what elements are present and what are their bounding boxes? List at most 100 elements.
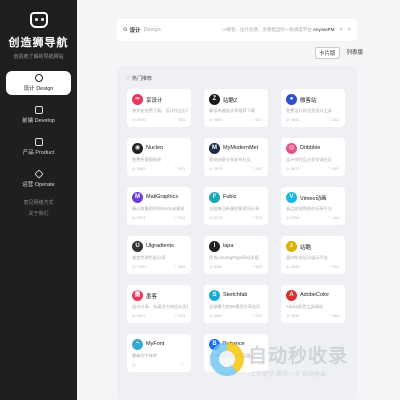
site-name: 站酷	[300, 245, 312, 251]
view-count: ◎ 5030	[286, 313, 300, 318]
view-count: ◎ 5393	[286, 215, 300, 220]
announcement[interactable]: UI教程 - 设计灵感、灵感相当的一款调度平台 AnyvasPM	[222, 27, 334, 33]
view-count: ◎ 4641	[286, 117, 300, 122]
like-count: ♡ 543	[327, 215, 339, 220]
site-name: 享设计	[146, 98, 163, 104]
about-link[interactable]: 关于我们	[0, 210, 77, 217]
watermark-title: 自动秒收录	[248, 345, 349, 367]
site-logo-icon: l	[209, 241, 220, 252]
site-description: Adobe配色工具网站	[286, 304, 324, 309]
prev-arrow-icon[interactable]: <	[340, 27, 343, 33]
site-description: 视觉创意分享发布社区	[209, 157, 251, 162]
like-count: ♡ 543	[173, 215, 185, 220]
sidebar: 创造狮导航 创造者了解的导航网站 设计 Design 前端 Develop 产品…	[0, 0, 77, 400]
box-icon	[34, 138, 43, 146]
site-logo-icon: ∞	[132, 94, 143, 105]
site-description: 精心收集的样机Mockup素材	[132, 206, 185, 211]
site-description: 免费设计网全免设计工具	[286, 108, 333, 113]
site-logo-icon: U	[132, 241, 143, 252]
site-name: Ulgradients	[146, 243, 174, 249]
site-card[interactable]: Z 站酷Z 最扣非遍设计师推荐下载 ◎ 5093 ♡ 613	[204, 89, 268, 127]
site-name: Nucleo	[146, 145, 164, 151]
logo[interactable]: 创造狮导航 创造者了解的导航网站	[0, 0, 77, 60]
site-name: 站酷Z	[223, 98, 238, 104]
sidebar-nav: 设计 Design 前端 Develop 产品 Product 运营 Opera…	[0, 71, 77, 191]
contact-link[interactable]: 意见网络方式	[0, 199, 77, 206]
site-card[interactable]: M MyModernMet 视觉创意分享发布社区 ◎ 3975 ♡ 543	[204, 138, 268, 176]
view-count: ◎ 5870	[286, 166, 300, 171]
diamond-icon	[33, 169, 44, 179]
site-card[interactable]: ~ MyFont 最新的字体库 ◎ ♡	[127, 334, 191, 372]
like-count: ♡ 653	[250, 264, 262, 269]
site-logo-icon: M	[209, 143, 220, 154]
site-card[interactable]: ◎ Dribbble 设计师作品分享交流社区 ◎ 5870 ♡ 543	[281, 138, 345, 176]
view-count: ◎ 3975	[209, 166, 223, 171]
like-count: ♡ 543	[327, 166, 339, 171]
site-card[interactable]: ● 微客站 免费设计网全免设计工具 ◎ 4641 ♡ 653	[281, 89, 345, 127]
like-count: ♡ 653	[327, 117, 339, 122]
sidebar-item-label: 运营 Operate	[22, 182, 55, 188]
site-description: 最新的字体库	[132, 353, 158, 358]
sidebar-item-operate[interactable]: 运营 Operate	[6, 167, 71, 191]
site-description: 设计分享，充满活力的设计灵感库	[132, 304, 188, 309]
view-count: ◎ 3040	[132, 117, 146, 122]
list-view-button[interactable]: 列表版	[344, 47, 367, 59]
sidebar-item-develop[interactable]: 前端 Develop	[6, 103, 71, 127]
site-card[interactable]: l lapa 优秀LandingPage网站灵感 ◎ 6380 ♡ 653	[204, 236, 268, 274]
watermark-logo-icon	[210, 342, 244, 376]
view-count: ◎ 6380	[209, 264, 223, 269]
sidebar-item-label: 设计 Design	[23, 86, 54, 92]
view-count: ◎ 3969	[209, 313, 223, 318]
like-count: ♡ 543	[250, 215, 262, 220]
next-arrow-icon[interactable]: >	[348, 27, 351, 33]
like-count: ♡ 543	[250, 166, 262, 171]
site-description: 原文化免费下载，设计作品分享	[132, 108, 188, 113]
site-card[interactable]: 墨墨客设计分享，充满活力的设计灵感库 ◎ 4997 ♡ 573	[127, 285, 191, 323]
site-name: Dribbble	[300, 145, 321, 151]
site-description: 高品质视频创作分享平台	[286, 206, 333, 211]
site-logo-icon: ◉	[132, 143, 143, 154]
site-card[interactable]: ∞ 享设计 原文化免费下载，设计作品分享 ◎ 3040 ♡ 653	[127, 89, 191, 127]
site-logo-icon: Z	[209, 94, 220, 105]
site-logo-icon: V	[286, 192, 297, 203]
view-count: ◎ 5573	[132, 215, 146, 220]
site-card[interactable]: V Vimeo动画 高品质视频创作分享平台 ◎ 5393 ♡ 543	[281, 187, 345, 225]
grid-view-button[interactable]: 卡片版	[315, 47, 340, 59]
view-count: ◎ 4997	[132, 313, 146, 318]
site-card[interactable]: M MaliGraphics 精心收集的样机Mockup素材 ◎ 5573 ♡ 543	[127, 187, 191, 225]
site-logo-icon: 墨	[132, 290, 143, 301]
like-count: ♡ 543	[327, 313, 339, 318]
site-card[interactable]: U Ulgradients 渐变色调色板分享 ◎ 7250 ♡ 653	[127, 236, 191, 274]
lion-logo-icon	[29, 12, 48, 28]
like-count: ♡ 543	[327, 264, 339, 269]
site-card[interactable]: S Sketchfab 全球最大的3D模型分享社区 ◎ 3969 ♡ 543	[204, 285, 268, 323]
site-name: lapa	[223, 243, 234, 249]
watermark-subtitle: -上传提交·来访一次·自动收录-	[248, 371, 328, 378]
site-card[interactable]: ◉ Nucleo 免费矢量图标库 ◎ 3983 ♡ 573	[127, 138, 191, 176]
site-logo-icon: F	[209, 192, 220, 203]
site-description: 国内知名设计展示平台	[286, 255, 328, 260]
site-card[interactable]: z 站酷 国内知名设计展示平台 ◎ 6043 ♡ 543	[281, 236, 345, 274]
site-logo-icon: ~	[132, 339, 143, 350]
heart-icon: ♡	[126, 76, 131, 82]
site-name: MyModernMet	[223, 145, 259, 151]
site-subtitle: 创造者了解的导航网站	[13, 54, 64, 60]
sidebar-item-design[interactable]: 设计 Design	[6, 71, 71, 95]
view-count: ◎ 7250	[132, 264, 146, 269]
like-count: ♡ 543	[250, 313, 262, 318]
view-count: ◎ 5093	[209, 117, 223, 122]
site-name: MaliGraphics	[146, 194, 179, 200]
site-description: 最扣非遍设计师推荐下载	[209, 108, 256, 113]
site-description: 免费矢量图标库	[132, 157, 162, 162]
sidebar-item-product[interactable]: 产品 Product	[6, 135, 71, 159]
site-description: 设计师作品分享交流社区	[286, 157, 333, 162]
site-card[interactable]: A AdobeColor Adobe配色工具网站 ◎ 5030 ♡ 543	[281, 285, 345, 323]
sidebar-item-label: 产品 Product	[22, 150, 55, 156]
like-count: ♡ 573	[173, 313, 185, 318]
category-title-en: Design	[143, 27, 161, 33]
view-switcher: 卡片版 列表版	[315, 47, 366, 59]
site-card[interactable]: F Fubiz 法国每日新潮创意资讯分享 ◎ 5376 ♡ 543	[204, 187, 268, 225]
site-name: AdobeColor	[300, 292, 330, 298]
site-description: 渐变色调色板分享	[132, 255, 166, 260]
site-logo-icon: S	[209, 290, 220, 301]
